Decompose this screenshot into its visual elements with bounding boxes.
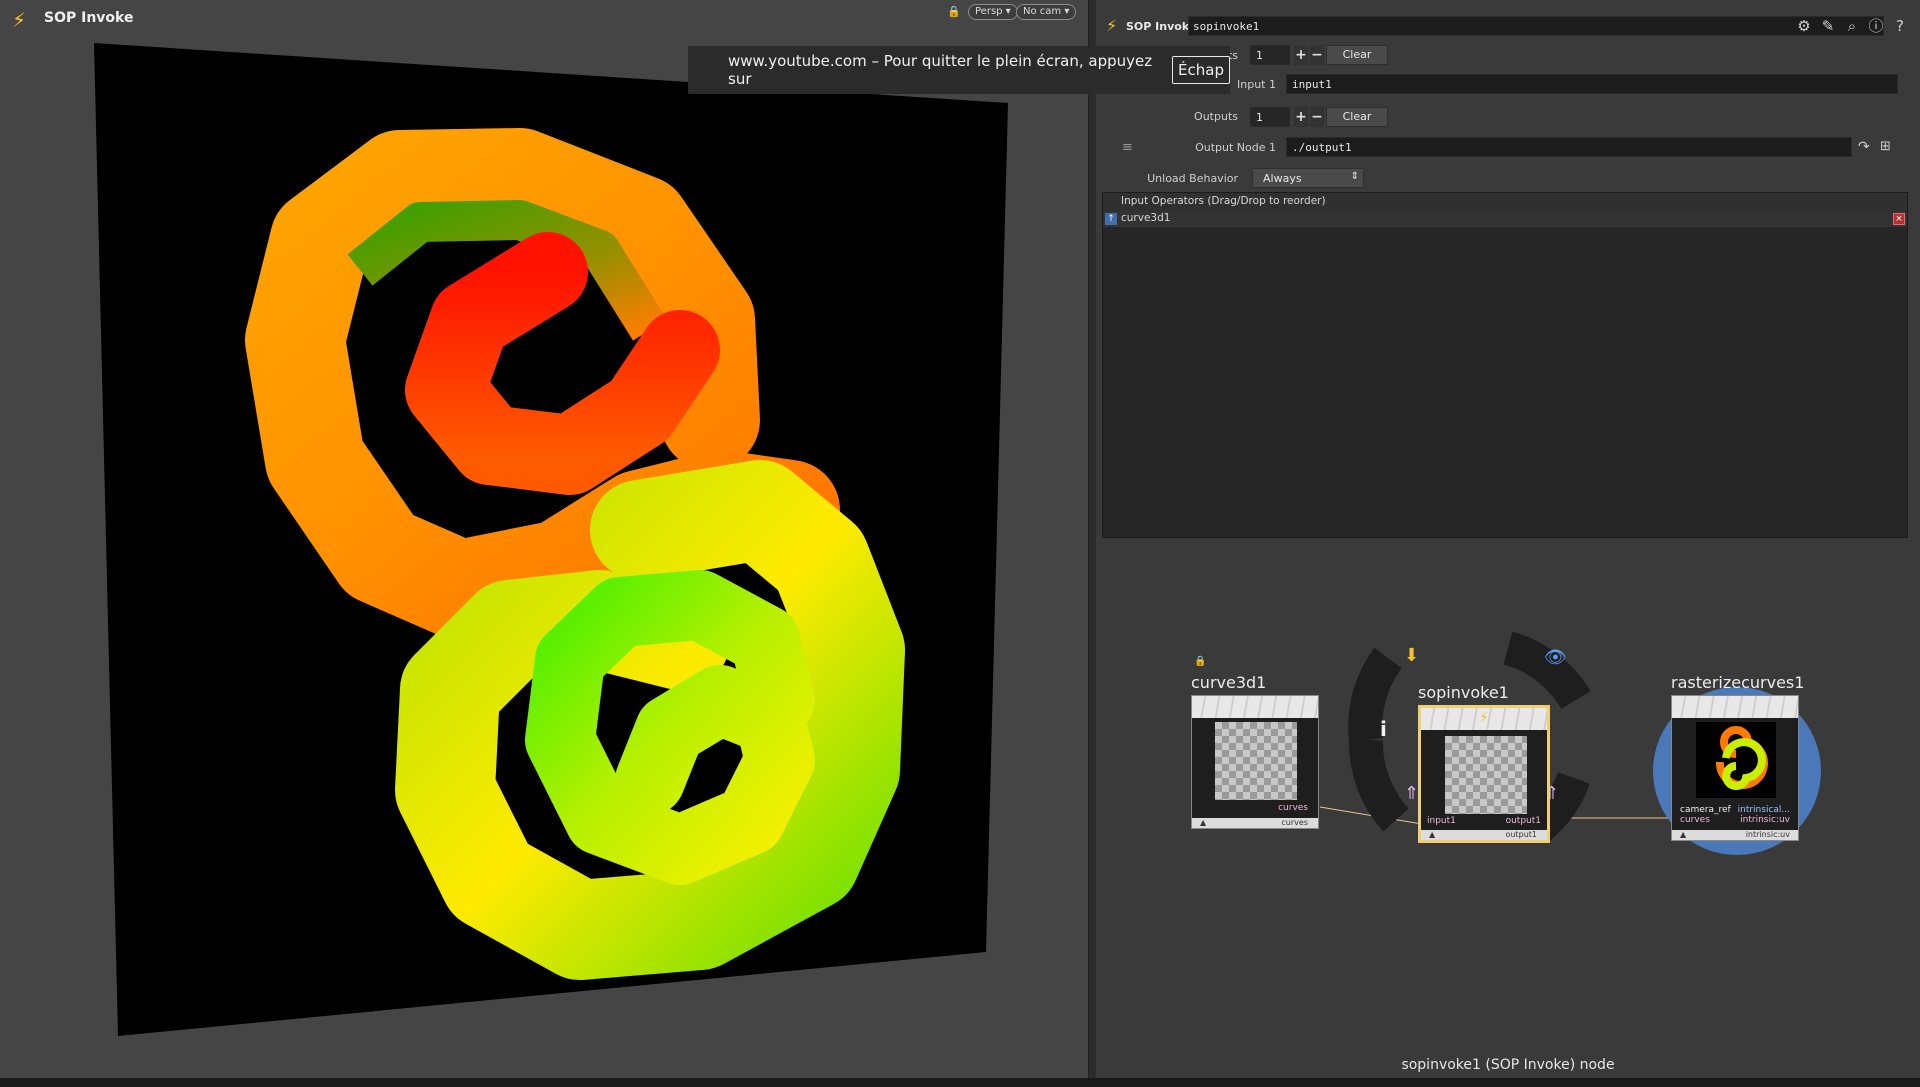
output-node-field[interactable]: ./output1 <box>1286 137 1852 157</box>
outputs-count-field[interactable]: 1 <box>1250 107 1290 127</box>
lock-icon[interactable]: 🔒 <box>946 4 962 20</box>
pane-splitter[interactable] <box>1088 0 1096 1087</box>
inputs-plus-button[interactable]: + <box>1294 45 1308 65</box>
unload-behavior-value: Always <box>1263 172 1302 185</box>
input-port-label: curves <box>1680 815 1710 825</box>
fullscreen-notice: www.youtube.com – Pour quitter le plein … <box>688 46 1230 94</box>
node-curve3d1[interactable]: curves ▲ curves <box>1191 695 1319 829</box>
operator-node-icon: ↑ <box>1105 213 1117 225</box>
node-header-strip <box>1672 696 1798 718</box>
viewport-title: SOP Invoke <box>44 10 134 26</box>
spiral-bottom-inner <box>525 570 815 885</box>
node-sopinvoke1[interactable]: ⚡ input1 output1 ▲ output1 <box>1418 705 1550 843</box>
node-footer: ▲ output1 <box>1421 830 1547 840</box>
inputs-minus-button[interactable]: − <box>1310 45 1324 65</box>
bottom-bar <box>0 1078 1920 1087</box>
node-footer: ▲ curves <box>1192 818 1318 828</box>
output-port-label: output1 <box>1505 816 1541 826</box>
input-operators-list[interactable]: Input Operators (Drag/Drop to reorder) ↑… <box>1102 192 1908 538</box>
camera-select-chip[interactable]: No cam ▾ <box>1016 4 1077 20</box>
brush-icon[interactable]: ✎ <box>1818 16 1838 36</box>
output-port-label: curves <box>1278 803 1308 813</box>
list-item[interactable]: ↑ curve3d1 × <box>1103 211 1907 227</box>
inputs-count-field[interactable]: 1 <box>1250 45 1290 65</box>
expand-icon[interactable]: ▲ <box>1680 830 1686 840</box>
fullscreen-notice-text: www.youtube.com – Pour quitter le plein … <box>728 52 1153 88</box>
expand-icon[interactable]: ▲ <box>1200 818 1206 828</box>
scene-viewport[interactable]: ⚡ SOP Invoke 🔒 Persp ▾ No cam ▾ <box>0 0 1088 1087</box>
jump-to-node-icon[interactable]: ↷ <box>1858 139 1870 155</box>
info-icon[interactable]: i <box>1380 717 1387 741</box>
camera-persp-chip[interactable]: Persp ▾ <box>968 4 1018 20</box>
viewport-canvas[interactable] <box>0 0 1088 1087</box>
node-footer-label: output1 <box>1505 830 1537 839</box>
info-icon[interactable]: ⓘ <box>1866 16 1886 36</box>
gear-icon[interactable]: ⚙ <box>1794 16 1814 36</box>
outputs-plus-button[interactable]: + <box>1294 107 1308 127</box>
node-title-curve3d1: curve3d1 <box>1191 673 1267 692</box>
search-icon[interactable]: ⌕ <box>1842 16 1862 36</box>
escape-key-badge: Échap <box>1172 56 1230 84</box>
outputs-clear-button[interactable]: Clear <box>1326 107 1388 127</box>
input-port-label: camera_ref <box>1680 805 1731 815</box>
node-title-rasterizecurves1: rasterizecurves1 <box>1671 673 1805 692</box>
output-port-label: intrinsic:uv <box>1740 815 1790 825</box>
eye-icon[interactable]: 👁 <box>1544 647 1567 668</box>
arrow-up-icon[interactable]: ⇑ <box>1404 783 1419 804</box>
unload-behavior-select[interactable]: Always ⇕ <box>1252 168 1364 188</box>
sop-invoke-icon: ⚡ <box>1479 710 1489 726</box>
node-thumbnail <box>1445 736 1527 814</box>
help-icon[interactable]: ? <box>1890 16 1910 36</box>
node-title-sopinvoke1: sopinvoke1 <box>1418 683 1509 702</box>
select-arrows-icon: ⇕ <box>1350 171 1359 182</box>
list-item-label: curve3d1 <box>1121 212 1171 224</box>
input1-field[interactable]: input1 <box>1286 74 1898 94</box>
drag-handle-icon[interactable]: ≡ <box>1122 140 1133 155</box>
param-header: ⚡ SOP Invoke sopinvoke1 ⚙ ✎ ⌕ ⓘ ? <box>1096 12 1920 42</box>
node-footer-label: curves <box>1281 818 1308 827</box>
output-port-label: intrinsical... <box>1737 805 1790 815</box>
inputs-clear-button[interactable]: Clear <box>1326 45 1388 65</box>
outputs-label-text: Outputs <box>1194 110 1238 123</box>
node-footer-label: intrinsic:uv <box>1745 830 1790 839</box>
lock-icon[interactable]: 🔒 <box>1194 656 1206 667</box>
input-operators-header: Input Operators (Drag/Drop to reorder) <box>1103 193 1907 211</box>
arrow-down-icon[interactable]: ⬇ <box>1404 645 1419 666</box>
sop-invoke-icon: ⚡ <box>1106 16 1118 35</box>
node-name-field[interactable]: sopinvoke1 <box>1188 16 1884 36</box>
output-node-label: Output Node 1 <box>1195 141 1276 154</box>
unload-behavior-label: Unload Behavior <box>1147 172 1238 185</box>
input-port-label: input1 <box>1427 816 1456 826</box>
node-thumbnail <box>1215 722 1297 800</box>
node-rasterizecurves1[interactable]: camera_ref curves intrinsical... intrins… <box>1671 695 1799 841</box>
outputs-minus-button[interactable]: − <box>1310 107 1324 127</box>
node-footer: ▲ intrinsic:uv <box>1672 830 1798 840</box>
expand-icon[interactable]: ▲ <box>1429 830 1435 840</box>
node-thumbnail <box>1696 722 1776 798</box>
node-type-label: SOP Invoke <box>1126 20 1197 33</box>
sop-invoke-icon: ⚡ <box>12 8 27 32</box>
node-header-strip <box>1192 696 1318 718</box>
remove-operator-icon[interactable]: × <box>1893 213 1905 225</box>
network-status-text: sopinvoke1 (SOP Invoke) node <box>1401 1057 1615 1073</box>
node-chooser-icon[interactable]: ⊞ <box>1880 139 1891 154</box>
